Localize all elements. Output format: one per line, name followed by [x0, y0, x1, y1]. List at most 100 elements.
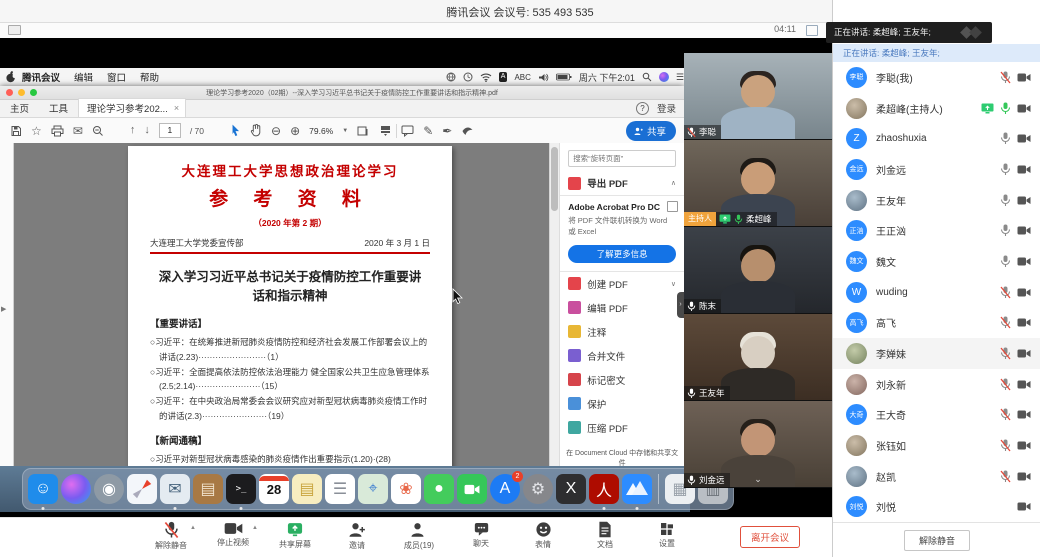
mac-minimize-icon[interactable]	[18, 89, 25, 96]
sign-icon[interactable]: ✒	[442, 125, 452, 137]
mic-muted-icon[interactable]	[1000, 470, 1011, 483]
participant-row[interactable]: 柔超峰(主持人)	[833, 93, 1040, 124]
participant-row[interactable]: 赵凯	[833, 461, 1040, 492]
dock-siri-icon[interactable]	[61, 474, 91, 504]
zoom-caret-icon[interactable]: ▼	[342, 128, 348, 134]
notification-center-icon[interactable]: ☰	[676, 72, 684, 83]
camera-icon[interactable]	[1017, 317, 1031, 328]
chevron-up-icon[interactable]: ∧	[671, 179, 676, 187]
control-stop-video[interactable]: ▲停止视频	[210, 521, 256, 551]
camera-icon[interactable]	[1017, 440, 1031, 451]
menubar-clock[interactable]: 周六 下午2:01	[579, 71, 635, 84]
apple-menu-icon[interactable]	[6, 71, 16, 83]
camera-icon[interactable]	[1017, 195, 1031, 206]
mac-zoom-icon[interactable]	[30, 89, 37, 96]
siri-icon[interactable]	[659, 72, 669, 82]
video-tile-2[interactable]: 陈末	[684, 227, 832, 314]
dock-app-store-icon[interactable]: A2	[490, 474, 520, 504]
panel-tool-2[interactable]: 注释	[560, 320, 684, 344]
video-tile-0[interactable]: 李聪	[684, 53, 832, 140]
control-chat[interactable]: 聊天	[458, 521, 504, 551]
control-settings[interactable]: 设置	[644, 521, 690, 551]
timemachine-icon[interactable]	[463, 72, 473, 82]
menubar-item-3[interactable]: 帮助	[140, 73, 159, 84]
zoom-out-icon[interactable]: ⊖	[271, 125, 281, 137]
email-icon[interactable]: ✉	[73, 125, 83, 137]
mic-icon[interactable]	[1000, 102, 1011, 115]
chevron-down-icon[interactable]: ∨	[671, 280, 676, 288]
tab-home[interactable]: 主页	[0, 99, 39, 117]
video-tile-3[interactable]: 王友年	[684, 314, 832, 401]
next-page-icon[interactable]: ↓	[144, 125, 150, 136]
participant-row[interactable]: 李婵妹	[833, 338, 1040, 369]
zoom-level[interactable]: 79.6%	[309, 126, 333, 136]
dock-acrobat-icon[interactable]: 人	[589, 474, 619, 504]
participant-row[interactable]: 王友年	[833, 185, 1040, 216]
input-source-label[interactable]: ABC	[514, 73, 530, 82]
participant-row[interactable]: 魏文魏文	[833, 246, 1040, 277]
dock-notes-icon[interactable]: ▤	[292, 474, 322, 504]
camera-icon[interactable]	[1017, 471, 1031, 482]
camera-icon[interactable]	[1017, 379, 1031, 390]
send-fill-sign-icon[interactable]	[461, 125, 474, 137]
tools-search-box[interactable]	[568, 150, 676, 167]
video-tile-1[interactable]: 主持人 柔超峰	[684, 140, 832, 227]
tab-document[interactable]: 理论学习参考202... ×	[78, 98, 186, 117]
dock-launchpad-icon[interactable]: ◉	[94, 474, 124, 504]
participant-row[interactable]: Wwuding	[833, 277, 1040, 308]
document-scrollbar[interactable]	[549, 143, 559, 466]
mic-muted-icon[interactable]	[1000, 439, 1011, 452]
input-source-key-icon[interactable]: A	[499, 72, 508, 82]
scrollbar-thumb[interactable]	[551, 147, 558, 211]
mic-muted-icon[interactable]	[1000, 71, 1011, 84]
panel-tool-1[interactable]: 编辑 PDF	[560, 296, 684, 320]
mic-muted-icon[interactable]	[1000, 378, 1011, 391]
mic-muted-icon[interactable]	[1000, 316, 1011, 329]
battery-icon[interactable]	[556, 73, 572, 81]
volume-icon[interactable]	[538, 73, 549, 82]
control-emoji[interactable]: 表情	[520, 521, 566, 551]
camera-icon[interactable]	[1017, 501, 1031, 512]
participant-row[interactable]: Zzhaoshuxia	[833, 123, 1040, 154]
camera-icon[interactable]	[1017, 287, 1031, 298]
control-unmute[interactable]: ▲解除静音	[148, 521, 194, 551]
participant-row[interactable]: 刘悦刘悦	[833, 491, 1040, 522]
prev-page-icon[interactable]: ↑	[130, 125, 136, 136]
export-pdf-tool[interactable]: 导出 PDF ∧	[560, 171, 684, 195]
participant-row[interactable]: 刘永新	[833, 369, 1040, 400]
dock-calendar-icon[interactable]: 28	[259, 474, 289, 504]
mic-icon[interactable]	[1000, 163, 1011, 176]
dock-tencent-meeting-icon[interactable]	[622, 474, 652, 504]
participant-row[interactable]: 金远刘金远	[833, 154, 1040, 185]
participant-row[interactable]: 大奇王大奇	[833, 399, 1040, 430]
network-icon[interactable]	[446, 72, 456, 82]
panel-tool-3[interactable]: 合并文件	[560, 344, 684, 368]
chevron-down-icon[interactable]: ⌄	[754, 474, 762, 485]
dock-messages-icon[interactable]: ●	[424, 474, 454, 504]
tab-close-icon[interactable]: ×	[174, 103, 179, 113]
zoom-in-icon[interactable]: ⊕	[290, 125, 300, 137]
control-invite[interactable]: 邀请	[334, 521, 380, 551]
select-cursor-icon[interactable]	[230, 124, 241, 137]
tools-search-input[interactable]	[569, 154, 675, 163]
panel-collapse-handle[interactable]: ›	[677, 292, 684, 318]
camera-icon[interactable]	[1017, 72, 1031, 83]
camera-icon[interactable]	[1017, 225, 1031, 236]
dock-maps-icon[interactable]: ⌖	[358, 474, 388, 504]
acrobat-share-button[interactable]: 共享	[626, 121, 676, 141]
mic-muted-icon[interactable]	[1000, 347, 1011, 360]
learn-more-button[interactable]: 了解更多信息	[568, 245, 676, 263]
layout-toggle-icon[interactable]	[806, 25, 818, 36]
mic-muted-icon[interactable]	[1000, 286, 1011, 299]
camera-icon[interactable]	[1017, 103, 1031, 114]
dock-safari-icon[interactable]	[127, 474, 157, 504]
dock-finder-icon[interactable]: ☺	[28, 474, 58, 504]
login-link[interactable]: 登录	[657, 101, 676, 115]
control-share-screen[interactable]: 共享屏幕	[272, 521, 318, 551]
help-icon[interactable]: ?	[636, 102, 649, 115]
mic-icon[interactable]	[1000, 224, 1011, 237]
menubar-item-2[interactable]: 窗口	[107, 73, 126, 84]
search-minus-icon[interactable]	[92, 125, 104, 137]
panel-tool-5[interactable]: 保护	[560, 392, 684, 416]
video-tile-4[interactable]: 刘金远⌄	[684, 401, 832, 488]
